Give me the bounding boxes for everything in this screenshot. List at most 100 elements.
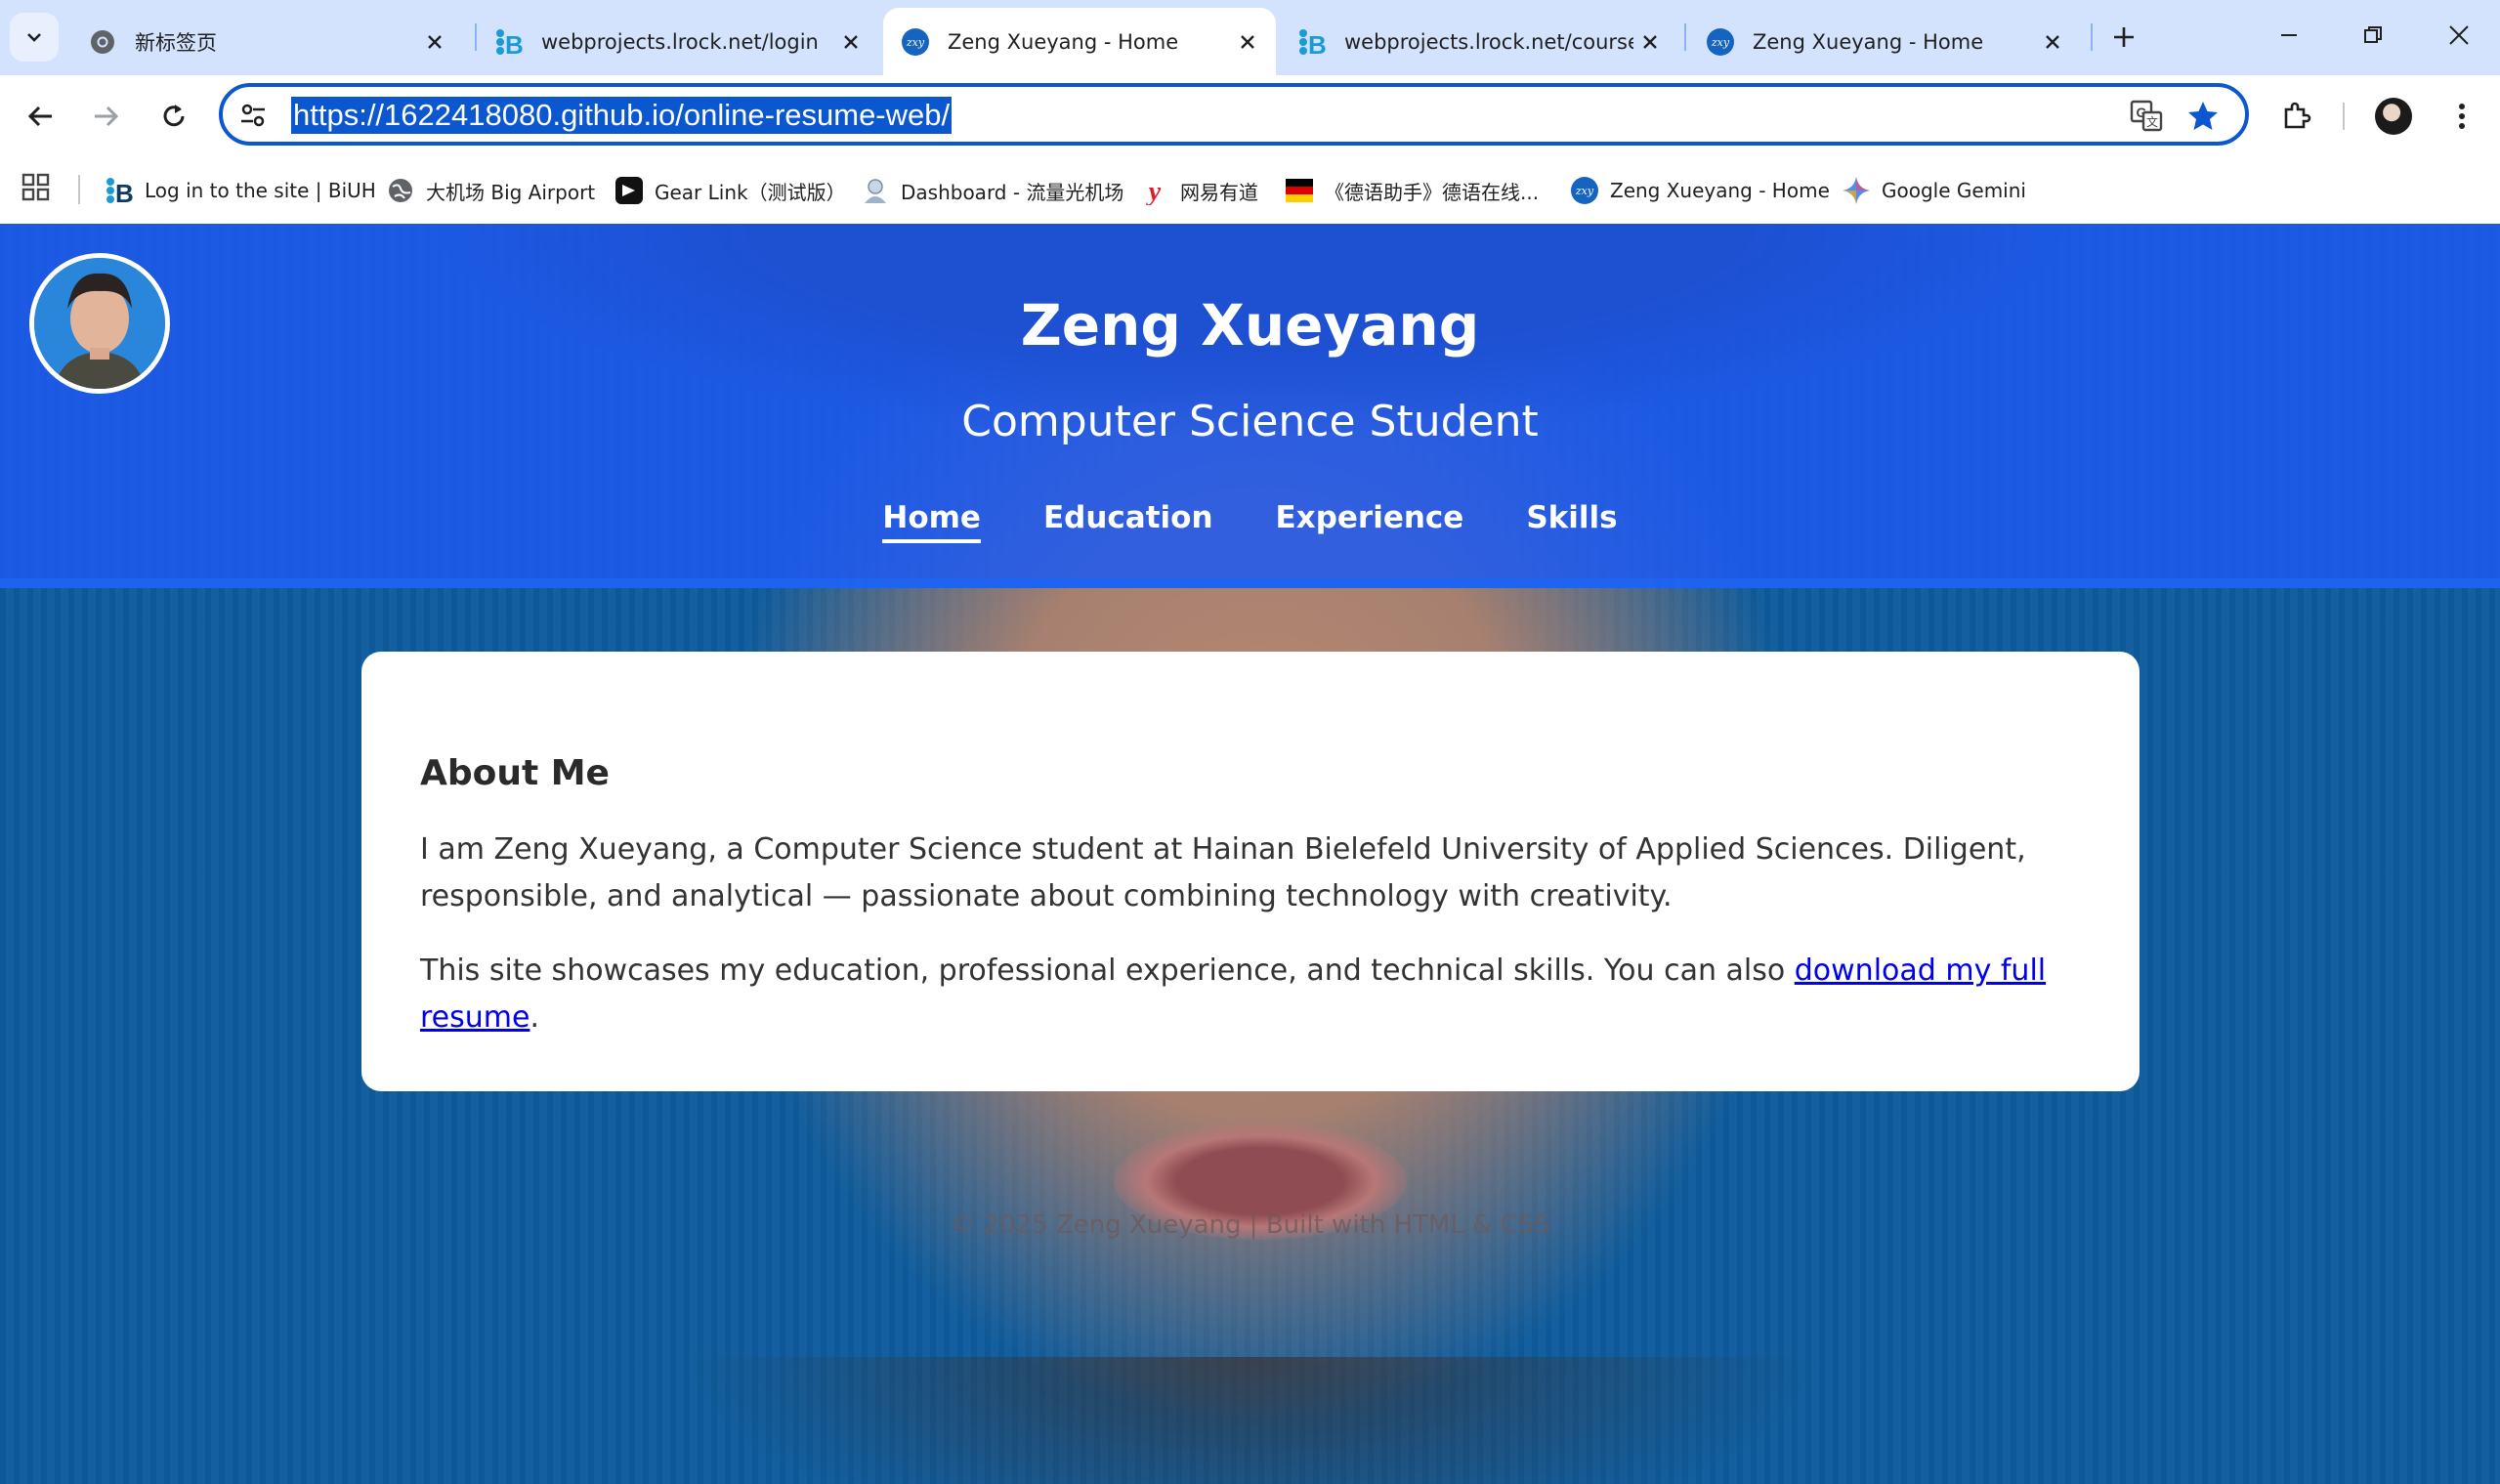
biuh-icon: B bbox=[494, 27, 524, 57]
bookmark-label: Gear Link（测试版） bbox=[655, 180, 846, 204]
tab-search-button[interactable] bbox=[10, 13, 59, 62]
chevron-down-icon bbox=[27, 33, 41, 42]
bookmark-gear-link[interactable]: Gear Link（测试版） bbox=[614, 169, 846, 212]
youdao-icon: y bbox=[1139, 175, 1170, 206]
tab-separator bbox=[1684, 23, 1686, 51]
site-subtitle: Computer Science Student bbox=[961, 397, 1539, 446]
about-heading: About Me bbox=[420, 753, 610, 793]
close-icon bbox=[2449, 25, 2469, 45]
bookmark-zeng-home[interactable]: zxy Zeng Xueyang - Home bbox=[1569, 169, 1830, 212]
bookmark-label: Dashboard - 流量光机场 bbox=[901, 180, 1124, 204]
plus-icon bbox=[2114, 27, 2134, 47]
about-paragraph-resume: This site showcases my education, profes… bbox=[420, 948, 2081, 1041]
new-tab-button[interactable] bbox=[2104, 18, 2143, 57]
close-icon[interactable] bbox=[1633, 25, 1667, 59]
bookmark-dashboard[interactable]: Dashboard - 流量光机场 bbox=[860, 169, 1123, 212]
menu-button[interactable] bbox=[2438, 93, 2485, 140]
site-header: Zeng Xueyang Computer Science Student Ho… bbox=[0, 224, 2500, 588]
bookmark-label: Zeng Xueyang - Home bbox=[1610, 179, 1830, 202]
close-icon[interactable] bbox=[1231, 25, 1264, 59]
site-info-icon[interactable] bbox=[236, 99, 270, 132]
site-title: Zeng Xueyang bbox=[1020, 292, 1480, 359]
tab-course[interactable]: B webprojects.lrock.net/course bbox=[1280, 8, 1678, 75]
tab-title: webprojects.lrock.net/course bbox=[1344, 29, 1633, 54]
tab-title: webprojects.lrock.net/login bbox=[541, 29, 819, 54]
puzzle-icon bbox=[2284, 102, 2311, 129]
avatar bbox=[2375, 98, 2412, 135]
nav-experience[interactable]: Experience bbox=[1276, 500, 1464, 543]
url-text[interactable]: https://1622418080.github.io/online-resu… bbox=[291, 97, 953, 134]
svg-text:B: B bbox=[505, 30, 524, 57]
german-flag-icon bbox=[1284, 175, 1315, 206]
profile-button[interactable] bbox=[2370, 93, 2417, 140]
bookmark-label: 大机场 Big Airport bbox=[426, 180, 596, 204]
tab-title: 新标签页 bbox=[135, 30, 217, 55]
bookmark-label: Log in to the site | BiUH bbox=[145, 179, 376, 202]
svg-text:y: y bbox=[1146, 177, 1162, 205]
about-text: This site showcases my education, profes… bbox=[420, 954, 1795, 988]
bookmark-biuh-login[interactable]: B Log in to the site | BiUH bbox=[104, 169, 376, 212]
nav-skills[interactable]: Skills bbox=[1526, 500, 1617, 543]
arrow-left-icon bbox=[27, 106, 52, 127]
bookmark-label: 《德语助手》德语在线... bbox=[1325, 180, 1540, 204]
site-nav: Home Education Experience Skills bbox=[0, 500, 2500, 543]
bookmark-german-helper[interactable]: 《德语助手》德语在线... bbox=[1284, 169, 1539, 212]
svg-text:zxy: zxy bbox=[906, 36, 925, 49]
about-paragraph: I am Zeng Xueyang, a Computer Science st… bbox=[420, 832, 2026, 913]
dashboard-icon bbox=[860, 175, 891, 206]
translate-icon[interactable]: G文 bbox=[2128, 98, 2165, 135]
background-photo-shadow bbox=[684, 1357, 1817, 1484]
svg-text:B: B bbox=[115, 179, 134, 205]
minimize-button[interactable] bbox=[2265, 14, 2313, 57]
zxy-icon: zxy bbox=[1706, 27, 1735, 57]
browser-toolbar: https://1622418080.github.io/online-resu… bbox=[0, 75, 2500, 157]
bookmark-label: 网易有道 bbox=[1180, 180, 1258, 204]
tab-zeng-home-active[interactable]: zxy Zeng Xueyang - Home bbox=[883, 8, 1276, 75]
tab-login[interactable]: B webprojects.lrock.net/login bbox=[477, 8, 879, 75]
toolbar-divider bbox=[2343, 103, 2345, 130]
bookmark-divider bbox=[78, 175, 80, 204]
tab-title: Zeng Xueyang - Home bbox=[1753, 29, 1984, 54]
close-icon[interactable] bbox=[834, 25, 868, 59]
zxy-icon: zxy bbox=[901, 27, 930, 57]
svg-text:文: 文 bbox=[2146, 114, 2158, 129]
gemini-icon bbox=[1841, 175, 1872, 206]
svg-text:zxy: zxy bbox=[1711, 36, 1730, 49]
restore-icon bbox=[2364, 26, 2382, 43]
bookmarks-bar: B Log in to the site | BiUH 大机场 Big Airp… bbox=[0, 157, 2500, 225]
biuh-icon: B bbox=[1297, 27, 1327, 57]
web-page: Zeng Xueyang Computer Science Student Ho… bbox=[0, 224, 2500, 1484]
bookmark-label: Google Gemini bbox=[1882, 179, 2026, 202]
bookmark-youdao[interactable]: y 网易有道 bbox=[1139, 169, 1258, 212]
globe-icon bbox=[385, 175, 416, 206]
svg-text:zxy: zxy bbox=[1575, 185, 1594, 197]
tab-title: Zeng Xueyang - Home bbox=[948, 29, 1179, 54]
bookmark-gemini[interactable]: Google Gemini bbox=[1841, 169, 2026, 212]
close-icon[interactable] bbox=[2036, 25, 2069, 59]
more-vert-icon bbox=[2459, 104, 2465, 129]
svg-text:B: B bbox=[1308, 30, 1327, 57]
tab-zeng-home[interactable]: zxy Zeng Xueyang - Home bbox=[1688, 8, 2081, 75]
reload-button[interactable] bbox=[150, 93, 197, 140]
bookmark-big-airport[interactable]: 大机场 Big Airport bbox=[385, 169, 595, 212]
about-card: About Me I am Zeng Xueyang, a Computer S… bbox=[361, 652, 2140, 1091]
back-button[interactable] bbox=[18, 93, 64, 140]
zxy-icon: zxy bbox=[1569, 175, 1600, 206]
chrome-icon bbox=[88, 27, 117, 57]
arrow-right-icon bbox=[95, 106, 119, 127]
apps-grid-icon[interactable] bbox=[21, 173, 55, 206]
close-window-button[interactable] bbox=[2435, 14, 2483, 57]
nav-home[interactable]: Home bbox=[882, 500, 981, 543]
close-icon[interactable] bbox=[418, 25, 451, 59]
gearlink-icon bbox=[614, 175, 645, 206]
tab-new-tab[interactable]: 新标签页 bbox=[70, 8, 463, 75]
bookmark-star-icon[interactable] bbox=[2184, 98, 2222, 135]
about-text-end: . bbox=[530, 1000, 540, 1035]
site-footer: © 2025 Zeng Xueyang | Built with HTML & … bbox=[950, 1210, 1550, 1240]
extensions-button[interactable] bbox=[2272, 93, 2319, 140]
restore-button[interactable] bbox=[2349, 14, 2397, 57]
address-bar[interactable]: https://1622418080.github.io/online-resu… bbox=[219, 83, 2249, 146]
forward-button[interactable] bbox=[82, 93, 129, 140]
reload-icon bbox=[163, 105, 185, 127]
nav-education[interactable]: Education bbox=[1043, 500, 1213, 543]
